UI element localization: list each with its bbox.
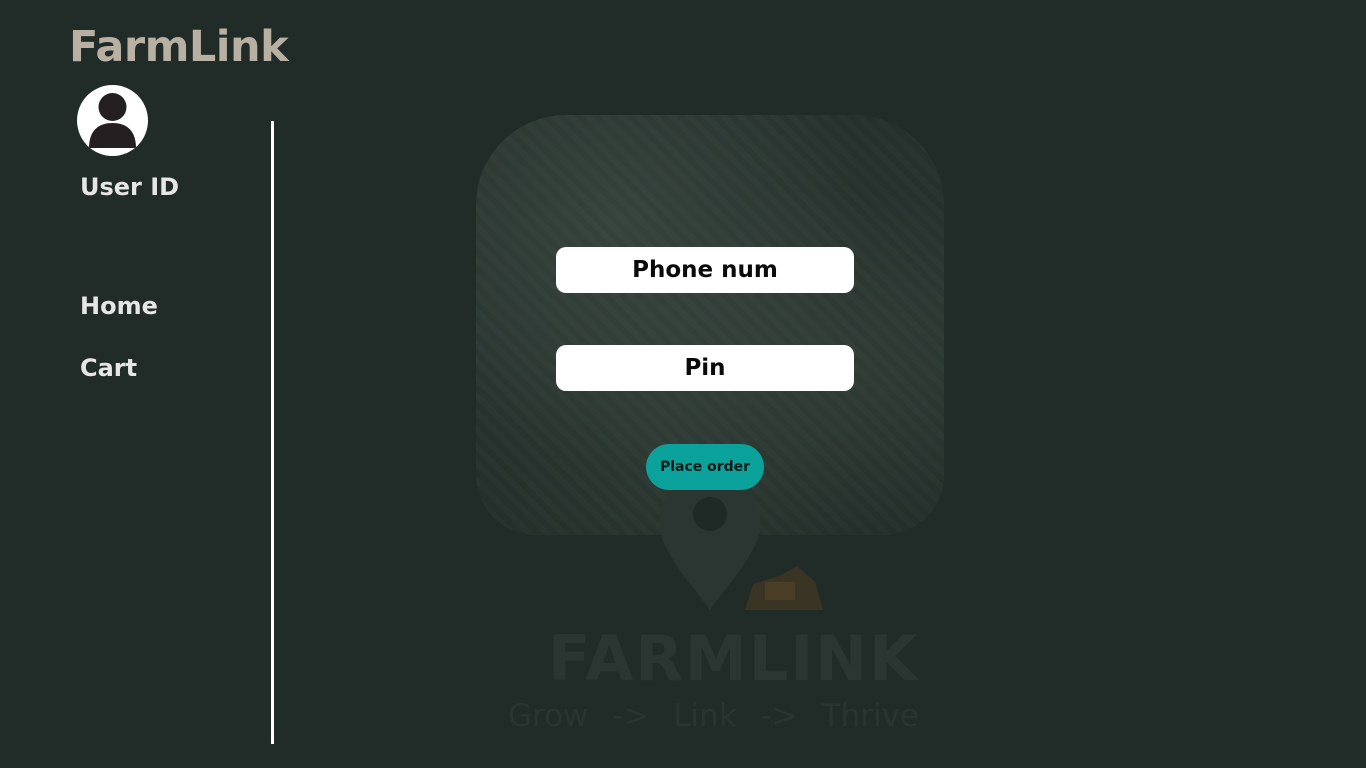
user-avatar-icon[interactable]	[77, 85, 148, 156]
watermark-brand: FARMLINK	[548, 622, 920, 695]
tractor-icon	[745, 566, 823, 610]
sidebar-divider	[271, 121, 274, 744]
sidebar-item-home[interactable]: Home	[80, 292, 158, 320]
app-logo: FarmLink	[69, 22, 289, 72]
watermark-tagline: Grow -> Link -> Thrive	[508, 698, 919, 734]
user-id-label: User ID	[80, 173, 180, 201]
pin-input[interactable]	[556, 345, 854, 391]
phone-number-input[interactable]	[556, 247, 854, 293]
place-order-button[interactable]: Place order	[646, 444, 764, 490]
sidebar-item-cart[interactable]: Cart	[80, 354, 137, 382]
order-page: FarmLink User ID Home Cart FARMLINK Grow…	[0, 0, 1366, 768]
person-icon	[89, 93, 136, 148]
